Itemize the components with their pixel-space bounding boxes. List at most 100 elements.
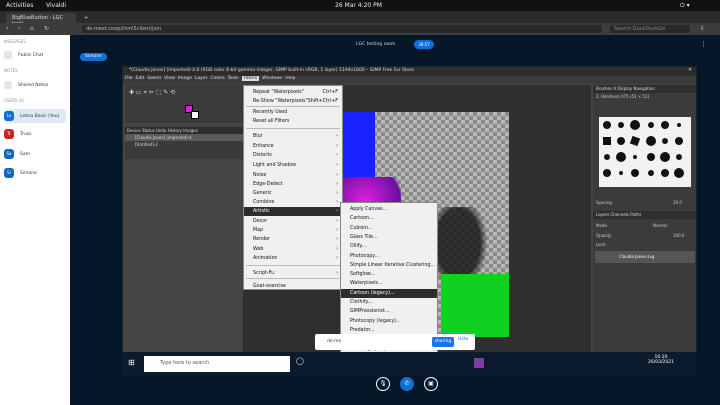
home-icon[interactable]: ⌂ (30, 25, 34, 32)
menu-select[interactable]: Select (147, 76, 161, 81)
artistic-menu-item[interactable]: Oilify... (341, 242, 437, 251)
filters-menu-item[interactable]: Noise › (244, 171, 342, 180)
filters-menu-item[interactable]: Edge-Detect › (244, 180, 342, 189)
menu-colors[interactable]: Colors (210, 76, 224, 81)
reload-icon[interactable]: ↻ (44, 25, 49, 32)
artistic-menu-item[interactable]: Simple Linear Iterative Clustering... (341, 261, 437, 270)
windows-search-box[interactable]: Type here to search (144, 356, 290, 372)
layers-tab[interactable]: Layers Channels Paths (593, 211, 696, 219)
menu-layer[interactable]: Layer (195, 76, 208, 81)
bbb-sidebar: MESSAGES Public Chat NOTES Shared Notes … (0, 35, 70, 405)
user-item[interactable]: Sa Sam (4, 147, 66, 161)
menu-filters[interactable]: Filters (241, 76, 260, 81)
recording-timer[interactable]: 38:57 (414, 40, 434, 49)
menu-view[interactable]: View (164, 76, 175, 81)
back-icon[interactable]: ‹ (6, 25, 8, 32)
hide-button[interactable]: Hide (458, 337, 468, 342)
avatar: Sa (4, 149, 14, 159)
screenshare-icon[interactable]: ▣ (424, 377, 438, 391)
user-item[interactable]: Le Letisa Basic (You) (4, 109, 66, 123)
task-view-icon[interactable]: ◯ (296, 357, 304, 365)
artistic-menu-item[interactable]: Waterpixels... (341, 279, 437, 288)
filters-menu-item[interactable]: Blur › (244, 132, 342, 141)
artistic-menu-item[interactable]: Cubism... (341, 224, 437, 233)
artistic-menu-item[interactable]: GIMPressionist... (341, 307, 437, 316)
filters-menu-item[interactable]: Decor › (244, 217, 342, 226)
filters-menu-item[interactable]: Re-Show "Waterpixels" Shift+Ctrl+F (244, 97, 342, 106)
background-color-swatch[interactable] (191, 111, 199, 119)
artistic-menu-item[interactable]: Photocopy... (341, 252, 437, 261)
image-list-item[interactable]: [Untitled]-2 (125, 141, 243, 148)
filters-menu-item[interactable]: Animation › (244, 254, 342, 263)
menu-help[interactable]: Help (285, 76, 295, 81)
menu-windows[interactable]: Windows (262, 76, 282, 81)
layer-row[interactable]: Claudia Jones.svg (595, 251, 695, 263)
search-field[interactable]: Search DuckDuckGo (610, 25, 690, 33)
filters-menu-item[interactable]: Distorts › (244, 151, 342, 160)
brush-grid[interactable] (599, 117, 691, 187)
filters-menu-item[interactable]: Light and Shadow › (244, 161, 342, 170)
spacing-label: Spacing (596, 200, 612, 205)
filters-menu-item[interactable]: Web › (244, 245, 342, 254)
presenter-tag: Simone (80, 53, 107, 61)
stop-sharing-button[interactable]: sharing (432, 337, 454, 347)
chat-icon (4, 51, 12, 59)
filters-menu-item[interactable]: Repeat "Waterpixels" Ctrl+F (244, 88, 342, 97)
artistic-menu-item[interactable]: Softglow... (341, 270, 437, 279)
gimp-menubar: File Edit Select View Image Layer Colors Tools F… (123, 76, 696, 84)
filters-menu-item[interactable]: Combine › (244, 198, 342, 207)
menu-image[interactable]: Image (178, 76, 192, 81)
panel-tabs[interactable]: Device Status Undo History Images (125, 127, 243, 134)
brushes-tab[interactable]: Brushes A Display Navigation (593, 85, 696, 93)
image-list-item[interactable]: [Claudia Jones] (imported)-4 (125, 134, 243, 141)
artistic-menu-item[interactable]: Cartoon... (341, 214, 437, 223)
filters-menu-item[interactable]: Reset all Filters (244, 117, 342, 126)
menu-separator (246, 128, 340, 129)
filters-menu-item[interactable]: Render › (244, 235, 342, 244)
menu-separator (246, 278, 340, 279)
menu-edit[interactable]: Edit (136, 76, 145, 81)
gimp-taskbar-icon[interactable] (474, 358, 484, 368)
menu-file[interactable]: File (125, 76, 133, 81)
filters-menu-item[interactable]: Map › (244, 226, 342, 235)
new-tab-icon[interactable]: + (78, 13, 90, 23)
mute-icon[interactable]: 🎙 (376, 377, 390, 391)
filters-menu-item[interactable]: Recently Used (244, 108, 342, 117)
opacity-label: Opacity (596, 233, 612, 238)
activities-button[interactable]: Activities (6, 2, 33, 9)
filters-menu-item[interactable]: Script-Fu › (244, 269, 342, 278)
filters-menu: Repeat "Waterpixels" Ctrl+F Re-Show "Water… (243, 85, 343, 290)
artistic-menu-item[interactable]: Apply Canvas... (341, 205, 437, 214)
gimp-toolbox[interactable]: ✚ ▭ ⌖ ✂ ⬚ ✎ ⟲ (125, 85, 243, 123)
app-menu[interactable]: Vivaldi (46, 2, 66, 9)
artistic-menu-item[interactable]: Cartoon (legacy)... (341, 288, 437, 298)
menu-tools[interactable]: Tools (228, 76, 239, 81)
forward-icon[interactable]: › (18, 25, 20, 32)
url-field[interactable]: de.meet.coop/html5client/join (82, 25, 602, 33)
filters-menu-item[interactable]: Enhance › (244, 142, 342, 151)
downloads-icon[interactable]: ⇩ (700, 25, 705, 32)
system-tray-icon[interactable]: ⏻ ▾ (680, 2, 690, 10)
windows-start-icon[interactable]: ⊞ (128, 358, 135, 367)
user-item[interactable]: Si Simone (4, 166, 66, 180)
tool-icons[interactable]: ✚ ▭ ⌖ ✂ ⬚ ✎ ⟲ (129, 89, 175, 97)
close-icon[interactable]: ✕ (688, 67, 692, 73)
artistic-menu-item[interactable]: Photocopy (legacy)... (341, 317, 437, 326)
filters-menu-item[interactable]: Artistic › (244, 207, 342, 216)
menu-separator (246, 106, 340, 107)
system-clock[interactable]: 26 Mar 4:20 PM (335, 2, 382, 9)
artistic-menu-item[interactable]: Clothify... (341, 298, 437, 307)
shared-notes-item[interactable]: Shared Notes (4, 78, 66, 92)
artistic-menu-item[interactable]: Glass Tile... (341, 233, 437, 242)
filters-menu-item[interactable]: Goat-exercise (244, 282, 342, 291)
user-item[interactable]: Tr Truss (4, 127, 66, 141)
browser-tab-active[interactable]: BigBlueButton - LGC testi (6, 13, 76, 27)
spacing-value[interactable]: 10.0 (673, 200, 682, 205)
opacity-value[interactable]: 100.0 (673, 233, 684, 238)
phone-icon[interactable]: ✆ (400, 377, 414, 391)
filters-menu-item[interactable]: Generic › (244, 189, 342, 198)
options-menu-icon[interactable]: ⋮ (700, 40, 707, 48)
mode-select[interactable]: Normal (653, 223, 667, 228)
room-title: LGC testing room (356, 42, 396, 47)
public-chat-item[interactable]: Public Chat (4, 48, 66, 62)
